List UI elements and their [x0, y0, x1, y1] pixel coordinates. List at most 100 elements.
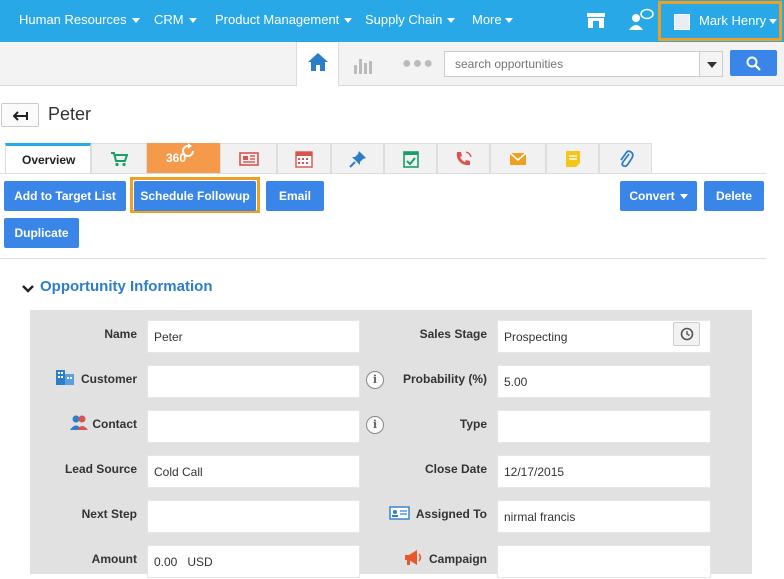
section-title[interactable]: Opportunity Information: [40, 278, 212, 295]
caret-down-icon: [769, 19, 777, 24]
contact-field[interactable]: [147, 410, 360, 443]
duplicate-button[interactable]: Duplicate: [4, 218, 79, 248]
back-button[interactable]: [1, 103, 39, 127]
user-chat-icon[interactable]: [628, 8, 654, 35]
tab-pin[interactable]: [331, 143, 384, 173]
name-field[interactable]: Peter: [147, 320, 360, 353]
toolbar: ●●●: [0, 42, 784, 86]
more-dots-icon[interactable]: ●●●: [402, 55, 434, 73]
amount-label: Amount: [91, 552, 137, 566]
tab-calendar[interactable]: [277, 143, 331, 173]
nav-label: More: [472, 12, 502, 27]
schedule-followup-button[interactable]: Schedule Followup: [134, 181, 256, 211]
home-button[interactable]: [296, 42, 339, 86]
user-name: Mark Henry: [699, 13, 767, 28]
probability-field[interactable]: 5.00: [497, 365, 711, 398]
type-label: Type: [459, 417, 487, 431]
search-icon: [746, 56, 761, 71]
nav-product-management[interactable]: Product Management: [215, 12, 353, 27]
next-step-field[interactable]: [147, 500, 360, 533]
sales-stage-label: Sales Stage: [419, 327, 487, 341]
customer-label: Customer: [80, 372, 137, 386]
close-date-field[interactable]: 12/17/2015: [497, 455, 711, 488]
campaign-field[interactable]: [497, 545, 711, 578]
top-navbar: Human Resources CRM Product Management S…: [0, 0, 784, 42]
caret-down-icon: [447, 18, 456, 24]
search-dropdown-button[interactable]: [699, 51, 723, 77]
caret-down-icon: [131, 18, 140, 24]
home-icon: [308, 53, 328, 71]
next-step-label: Next Step: [81, 507, 137, 521]
add-to-target-list-button[interactable]: Add to Target List: [4, 181, 126, 211]
button-label: Convert: [629, 189, 675, 203]
delete-button[interactable]: Delete: [704, 181, 764, 211]
paperclip-icon: [619, 149, 634, 167]
tab-overview[interactable]: Overview: [5, 143, 91, 173]
nav-supply-chain[interactable]: Supply Chain: [365, 12, 456, 27]
phone-icon: [456, 150, 472, 165]
search-button[interactable]: [730, 50, 777, 76]
nav-label: CRM: [154, 12, 184, 27]
tab-checklist[interactable]: [384, 143, 437, 173]
refresh-icon: [182, 143, 194, 157]
assigned-to-label: Assigned To: [415, 507, 487, 521]
chevron-down-icon: [707, 62, 717, 68]
cart-icon: [111, 151, 128, 166]
close-date-label: Close Date: [424, 462, 487, 476]
tab-label: Overview: [22, 153, 76, 167]
pin-icon: [348, 150, 366, 168]
tab-email[interactable]: [490, 143, 546, 173]
caret-down-icon: [344, 18, 353, 24]
nav-label: Supply Chain: [365, 12, 443, 27]
nav-label: Human Resources: [19, 12, 127, 27]
contact-label: Contact: [92, 417, 137, 431]
caret-down-icon: [188, 18, 197, 24]
notes-icon: [565, 150, 580, 167]
customer-field[interactable]: [147, 365, 360, 398]
nav-crm[interactable]: CRM: [154, 12, 197, 27]
avatar: [674, 14, 690, 30]
tab-cart[interactable]: [91, 143, 147, 173]
amount-value: 0.00: [154, 555, 178, 569]
currency-code: USD: [187, 555, 213, 569]
history-button[interactable]: [673, 322, 700, 346]
id-card-icon: [389, 506, 410, 520]
lead-source-field[interactable]: Cold Call: [147, 455, 360, 488]
nav-more[interactable]: More: [472, 12, 513, 27]
tab-phone[interactable]: [437, 143, 490, 173]
tab-notes[interactable]: [546, 143, 599, 173]
email-button[interactable]: Email: [266, 181, 324, 211]
lead-source-label: Lead Source: [64, 462, 137, 476]
amount-field[interactable]: 0.00 USD: [147, 545, 360, 578]
store-icon[interactable]: [585, 9, 607, 34]
name-label: Name: [104, 327, 137, 341]
chevron-down-icon[interactable]: [22, 284, 34, 294]
user-menu[interactable]: Mark Henry: [658, 1, 782, 41]
assigned-to-field[interactable]: nirmal francis: [497, 500, 711, 533]
bar-chart-icon[interactable]: [352, 55, 374, 78]
search-input[interactable]: [444, 51, 700, 77]
tab-attachments[interactable]: [599, 143, 652, 173]
history-icon: [680, 327, 694, 341]
nav-human-resources[interactable]: Human Resources: [19, 12, 140, 27]
calendar-icon: [295, 150, 313, 168]
email-icon: [509, 151, 527, 165]
back-arrow-icon: [13, 111, 28, 121]
tab-divider: [0, 173, 766, 174]
tab-news[interactable]: [220, 143, 277, 173]
megaphone-icon: [405, 550, 422, 565]
section-divider: [0, 258, 766, 259]
type-field[interactable]: [497, 410, 711, 443]
probability-label: Probability (%): [402, 372, 487, 386]
page-title: Peter: [48, 104, 92, 124]
newspaper-icon: [238, 151, 259, 166]
nav-label: Product Management: [215, 12, 340, 27]
caret-down-icon: [504, 18, 513, 24]
convert-button[interactable]: Convert: [620, 181, 697, 211]
tab-360[interactable]: 360: [147, 143, 220, 173]
checklist-icon: [402, 150, 419, 168]
campaign-label: Campaign: [428, 552, 487, 566]
info-icon[interactable]: i: [366, 371, 384, 389]
info-icon[interactable]: i: [366, 416, 384, 434]
caret-down-icon: [679, 194, 688, 200]
